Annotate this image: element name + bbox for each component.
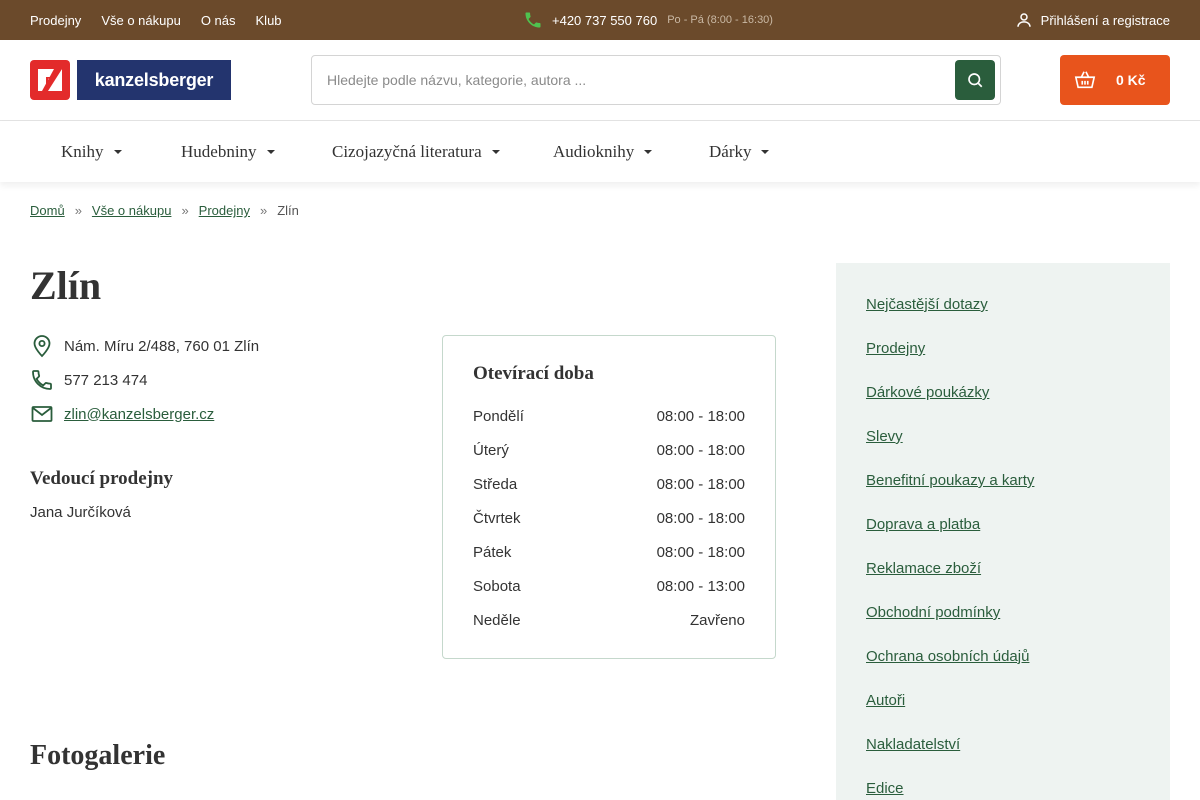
hours-time: 08:00 - 18:00 — [656, 510, 745, 527]
sidebar-link-edice[interactable]: Edice — [866, 780, 904, 797]
sidebar-link-faq[interactable]: Nejčastější dotazy — [866, 296, 988, 313]
top-nav-vse-o-nakupu[interactable]: Vše o nákupu — [101, 13, 181, 28]
opening-hours-heading: Otevírací doba — [473, 363, 594, 384]
sidebar-link-nakladatelstvi[interactable]: Nakladatelství — [866, 736, 960, 753]
hours-time: Zavřeno — [689, 612, 745, 629]
search-bar — [311, 55, 1001, 105]
hours-time: 08:00 - 18:00 — [656, 408, 745, 425]
top-nav: Prodejny Vše o nákupu O nás Klub — [30, 0, 282, 40]
sidebar-link-ochrana-udaju[interactable]: Ochrana osobních údajů — [866, 648, 1029, 665]
search-button[interactable] — [955, 60, 995, 100]
sidebar-link-prodejny[interactable]: Prodejny — [866, 340, 925, 357]
breadcrumb: Domů » Vše o nákupu » Prodejny » Zlín — [30, 203, 299, 218]
page-title: Zlín — [30, 263, 102, 308]
caret-down-icon — [491, 149, 500, 154]
logo-text: kanzelsberger — [77, 60, 231, 100]
sidebar: Nejčastější dotazy Prodejny Dárkové pouk… — [836, 263, 1170, 800]
sidebar-link-benefitni-poukazy[interactable]: Benefitní poukazy a karty — [866, 472, 1034, 489]
category-darky[interactable]: Dárky — [709, 121, 770, 182]
search-input[interactable] — [312, 56, 932, 104]
manager-name: Jana Jurčíková — [30, 504, 131, 521]
login-label: Přihlášení a registrace — [1040, 12, 1170, 28]
hours-day: Sobota — [473, 578, 521, 595]
category-nav: Knihy Hudebniny Cizojazyčná literatura A… — [0, 121, 1200, 182]
basket-icon — [1074, 71, 1096, 89]
manager-heading: Vedoucí prodejny — [30, 468, 174, 489]
hours-day: Neděle — [473, 612, 521, 629]
search-icon — [968, 73, 983, 88]
map-pin-icon — [33, 335, 51, 358]
hours-row: Úterý 08:00 - 18:00 — [473, 442, 745, 459]
category-label: Audioknihy — [553, 141, 635, 161]
phone-icon — [32, 370, 52, 390]
top-nav-prodejny[interactable]: Prodejny — [30, 13, 81, 28]
caret-down-icon — [761, 149, 770, 154]
sidebar-link-autori[interactable]: Autoři — [866, 692, 905, 709]
sidebar-link-reklamace[interactable]: Reklamace zboží — [866, 560, 981, 577]
hours-day: Pátek — [473, 544, 512, 561]
login-link[interactable]: Přihlášení a registrace — [1015, 0, 1170, 40]
breadcrumb-vse-o-nakupu[interactable]: Vše o nákupu — [92, 203, 172, 218]
store-email: zlin@kanzelsberger.cz — [30, 402, 214, 426]
top-nav-klub[interactable]: Klub — [256, 13, 282, 28]
hotline-number[interactable]: +420 737 550 760 — [552, 13, 657, 28]
gallery-heading: Fotogalerie — [30, 740, 166, 771]
category-hudebniny[interactable]: Hudebniny — [181, 121, 275, 182]
cart-button[interactable]: 0 Kč — [1060, 55, 1170, 105]
sidebar-link-doprava-a-platba[interactable]: Doprava a platba — [866, 516, 980, 533]
sidebar-link-darkove-poukazky[interactable]: Dárkové poukázky — [866, 384, 989, 401]
top-nav-o-nas[interactable]: O nás — [201, 13, 236, 28]
logo-mark-icon — [30, 60, 70, 100]
hours-time: 08:00 - 18:00 — [656, 442, 745, 459]
hours-row: Čtvrtek 08:00 - 18:00 — [473, 510, 745, 527]
mail-icon — [31, 406, 53, 422]
hours-day: Úterý — [473, 442, 509, 459]
category-label: Knihy — [61, 141, 104, 161]
caret-down-icon — [266, 149, 275, 154]
category-label: Hudebniny — [181, 141, 257, 161]
hours-day: Pondělí — [473, 408, 524, 425]
hours-row: Středa 08:00 - 18:00 — [473, 476, 745, 493]
breadcrumb-home[interactable]: Domů — [30, 203, 65, 218]
breadcrumb-separator: » — [259, 203, 268, 218]
hours-day: Čtvrtek — [473, 510, 521, 527]
hours-time: 08:00 - 13:00 — [656, 578, 745, 595]
breadcrumb-prodejny[interactable]: Prodejny — [199, 203, 250, 218]
hours-time: 08:00 - 18:00 — [656, 544, 745, 561]
breadcrumb-separator: » — [181, 203, 189, 218]
category-knihy[interactable]: Knihy — [61, 121, 122, 182]
cart-total: 0 Kč — [1116, 72, 1146, 88]
phone-text: 577 213 474 — [64, 371, 148, 389]
sidebar-link-obchodni-podminky[interactable]: Obchodní podmínky — [866, 604, 1000, 621]
user-icon — [1016, 13, 1031, 27]
hours-row: Pátek 08:00 - 18:00 — [473, 544, 745, 561]
category-audioknihy[interactable]: Audioknihy — [553, 121, 653, 182]
caret-down-icon — [644, 149, 653, 154]
phone-icon — [525, 12, 541, 28]
category-cizojazycna-literatura[interactable]: Cizojazyčná literatura — [332, 121, 500, 182]
email-link[interactable]: zlin@kanzelsberger.cz — [64, 406, 214, 423]
breadcrumb-separator: » — [74, 203, 82, 218]
sidebar-link-slevy[interactable]: Slevy — [866, 428, 903, 445]
caret-down-icon — [113, 149, 122, 154]
hotline-hours: Po - Pá (8:00 - 16:30) — [667, 14, 773, 26]
store-phone: 577 213 474 — [30, 368, 147, 392]
hours-row: Pondělí 08:00 - 18:00 — [473, 408, 745, 425]
breadcrumb-current: Zlín — [277, 203, 299, 218]
hours-row: Sobota 08:00 - 13:00 — [473, 578, 745, 595]
site-header: kanzelsberger 0 Kč — [0, 40, 1200, 121]
hours-row: Neděle Zavřeno — [473, 612, 745, 629]
hours-time: 08:00 - 18:00 — [656, 476, 745, 493]
category-label: Cizojazyčná literatura — [332, 141, 482, 161]
store-address: Nám. Míru 2/488, 760 01 Zlín — [30, 334, 259, 358]
hotline: +420 737 550 760 Po - Pá (8:00 - 16:30) — [523, 0, 773, 40]
hours-day: Středa — [473, 476, 518, 493]
logo[interactable]: kanzelsberger — [30, 60, 231, 100]
category-label: Dárky — [709, 141, 752, 161]
address-text: Nám. Míru 2/488, 760 01 Zlín — [64, 337, 260, 355]
top-bar: Prodejny Vše o nákupu O nás Klub +420 73… — [0, 0, 1200, 40]
opening-hours-box: Otevírací doba Pondělí 08:00 - 18:00 Úte… — [442, 335, 776, 659]
